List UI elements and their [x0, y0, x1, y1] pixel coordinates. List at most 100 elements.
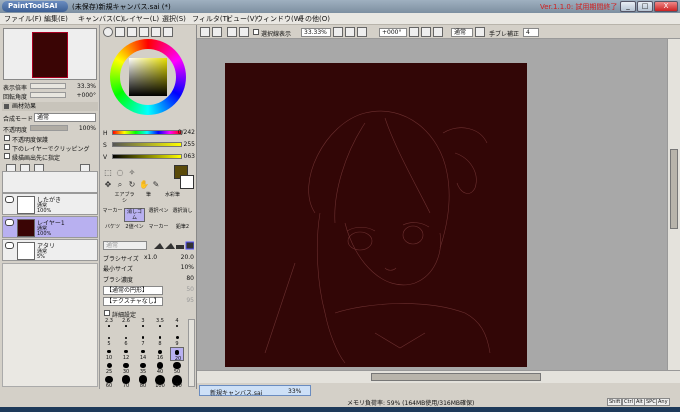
- brush-size-preset[interactable]: 60: [102, 375, 116, 389]
- navigator-preview[interactable]: [3, 28, 97, 80]
- zoom-slider[interactable]: [30, 83, 66, 89]
- brush-shape-select[interactable]: 【通常の円形】: [103, 286, 163, 295]
- maximize-button[interactable]: □: [637, 1, 653, 12]
- menu-edit[interactable]: 編集(E): [44, 14, 68, 24]
- horizontal-scroll-thumb[interactable]: [371, 373, 541, 381]
- rotate-left-icon[interactable]: [409, 27, 419, 37]
- menu-canvas[interactable]: キャンバス(C): [78, 14, 123, 24]
- zoom-in-icon[interactable]: [345, 27, 355, 37]
- brush-size-preset[interactable]: 25: [102, 361, 116, 375]
- tool-pencil-2[interactable]: 鉛筆2: [172, 224, 193, 238]
- brush-size-preset[interactable]: 80: [136, 375, 150, 389]
- brush-size-preset[interactable]: 40: [153, 361, 167, 375]
- layer-row-selected[interactable]: レイヤー1 通常 100%: [2, 216, 98, 238]
- brush-size-multiplier[interactable]: x1.0: [144, 254, 157, 261]
- brush-size-preset[interactable]: 6: [119, 333, 133, 347]
- brush-size-preset[interactable]: 4: [170, 318, 184, 333]
- tool-bucket[interactable]: バケツ: [102, 224, 123, 238]
- selection-display-checkbox[interactable]: [253, 29, 259, 35]
- tool-select-pen[interactable]: 選択ペン: [148, 208, 169, 222]
- menu-file[interactable]: ファイル(F): [4, 14, 42, 24]
- tool-select-erase[interactable]: 選択消し: [172, 208, 193, 222]
- rotate-right-icon[interactable]: [421, 27, 431, 37]
- tool-eraser[interactable]: 消しゴム: [124, 208, 145, 222]
- edge-shape-icons[interactable]: [152, 241, 195, 250]
- flip-view-icon[interactable]: [475, 27, 485, 37]
- brush-texture-select[interactable]: 【テクスチャなし】: [103, 297, 163, 306]
- menu-window[interactable]: ウィンドウ(W): [256, 14, 303, 24]
- minimize-button[interactable]: _: [620, 1, 636, 12]
- brush-size-preset[interactable]: 2.6: [119, 318, 133, 333]
- visibility-eye-icon[interactable]: [5, 242, 14, 249]
- brush-size-preset[interactable]: 7: [136, 333, 150, 347]
- vertical-scrollbar[interactable]: [667, 39, 680, 370]
- brush-size-preset[interactable]: 9: [170, 333, 184, 347]
- saturation-value-square[interactable]: [129, 58, 167, 96]
- secondary-color-swatch[interactable]: [180, 175, 194, 189]
- tool-airbrush[interactable]: エアブラシ: [114, 192, 135, 206]
- zoom-icon[interactable]: ⌕: [115, 180, 125, 190]
- scratchpad-tab-icon[interactable]: [163, 27, 173, 37]
- brush-size-preset[interactable]: 30: [119, 361, 133, 375]
- view-mode-select[interactable]: 通常: [451, 28, 473, 37]
- brush-size-grid[interactable]: 2.3 2.6 3 3.5 4 5 6 7 8 9 10 12 14 16 20 25 30 35 40 50 60 70…: [102, 318, 186, 389]
- brush-size-preset[interactable]: 2.3: [102, 318, 116, 333]
- zoom-field[interactable]: 33.33%: [301, 28, 331, 37]
- eyedropper-icon[interactable]: ✎: [151, 180, 161, 190]
- color-wheel-tab-icon[interactable]: [103, 27, 113, 37]
- redo-icon[interactable]: [212, 27, 222, 37]
- clipping-checkbox[interactable]: [4, 144, 10, 150]
- brush-density-value[interactable]: 80: [160, 275, 194, 282]
- brush-edge-presets[interactable]: [152, 241, 195, 250]
- brush-texture-strength[interactable]: 95: [166, 297, 194, 304]
- menu-view[interactable]: ビュー(V): [226, 14, 257, 24]
- brush-size-preset[interactable]: 8: [153, 333, 167, 347]
- brush-size-preset[interactable]: 20: [170, 347, 184, 362]
- brush-size-preset[interactable]: 16: [153, 347, 167, 361]
- brush-size-preset[interactable]: 70: [119, 375, 133, 389]
- menu-select[interactable]: 選択(S): [162, 14, 186, 24]
- tool-marker[interactable]: マーカー: [102, 208, 123, 222]
- brush-size-preset[interactable]: 100: [153, 375, 167, 389]
- vertical-scroll-thumb[interactable]: [670, 149, 678, 229]
- brush-size-preset[interactable]: 3: [136, 318, 150, 333]
- preserve-opacity-checkbox[interactable]: [4, 135, 10, 141]
- brush-size-preset[interactable]: 12: [119, 347, 133, 361]
- layer-row-0[interactable]: [2, 171, 98, 193]
- invert-selection-icon[interactable]: [239, 27, 249, 37]
- stabilizer-select[interactable]: 4: [523, 28, 539, 37]
- canvas-area[interactable]: [197, 39, 667, 370]
- lasso-icon[interactable]: ◌: [115, 168, 125, 178]
- hand-icon[interactable]: ✋: [139, 180, 149, 190]
- brush-size-preset[interactable]: 35: [136, 361, 150, 375]
- undo-icon[interactable]: [200, 27, 210, 37]
- menu-other[interactable]: その他(O): [298, 14, 330, 24]
- visibility-eye-icon[interactable]: [5, 196, 14, 203]
- magic-wand-icon[interactable]: ✧: [127, 168, 137, 178]
- rotation-field[interactable]: +000°: [379, 28, 407, 37]
- move-icon[interactable]: ✥: [103, 180, 113, 190]
- brush-size-preset[interactable]: 14: [136, 347, 150, 361]
- rotate-reset-icon[interactable]: [433, 27, 443, 37]
- horizontal-scrollbar[interactable]: [197, 370, 680, 383]
- select-rect-icon[interactable]: ⬚: [103, 168, 113, 178]
- tool-binary-pen[interactable]: 2値ペン: [124, 224, 145, 238]
- brush-size-preset[interactable]: 50: [170, 361, 184, 375]
- brush-size-preset[interactable]: 10: [102, 347, 116, 361]
- brush-size-preset[interactable]: 5: [102, 333, 116, 347]
- deselect-icon[interactable]: [227, 27, 237, 37]
- layer-row-1[interactable]: したがき 通常 100%: [2, 193, 98, 215]
- brush-shape-strength[interactable]: 50: [166, 286, 194, 293]
- visibility-eye-icon[interactable]: [5, 219, 14, 226]
- rgb-slider-tab-icon[interactable]: [115, 27, 125, 37]
- canvas[interactable]: [225, 63, 527, 367]
- zoom-out-icon[interactable]: [333, 27, 343, 37]
- rotation-slider[interactable]: [30, 92, 66, 98]
- tool-brush[interactable]: 筆: [138, 192, 159, 206]
- layer-row-2[interactable]: アタリ 通常 5%: [2, 239, 98, 261]
- detail-settings-toggle[interactable]: [104, 310, 110, 316]
- blend-mode-select[interactable]: 通常: [34, 113, 96, 122]
- swatch-tab-icon[interactable]: [151, 27, 161, 37]
- tool-watercolor[interactable]: 水彩筆: [162, 192, 183, 206]
- tool-marker-2[interactable]: マーカー: [148, 224, 169, 238]
